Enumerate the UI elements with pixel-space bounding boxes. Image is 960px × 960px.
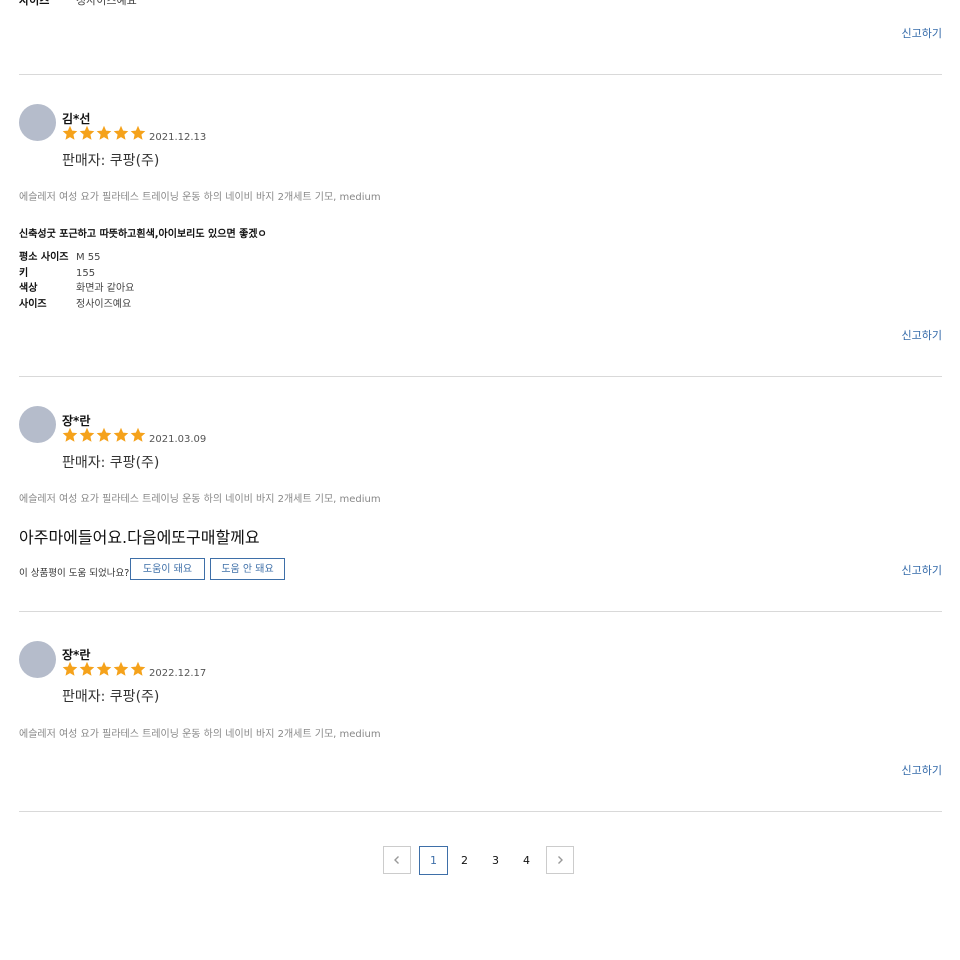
next-page-button[interactable] [546,846,574,874]
star-icon [79,125,95,140]
product-option: 에슬레저 여성 요가 필라테스 트레이닝 운동 하의 네이비 바지 2개세트 기… [19,192,381,203]
chevron-right-icon [558,856,563,864]
seller-name: 판매자: 쿠팡(주) [62,455,160,471]
survey-row: 키 155 [19,266,134,282]
star-icon [130,125,146,140]
page-4-button[interactable]: 4 [512,846,541,875]
survey-value: 정사이즈예요 [76,298,132,310]
pagination: 1 2 3 4 [383,845,574,875]
review-divider [19,376,942,377]
seller-name: 판매자: 쿠팡(주) [62,689,160,705]
report-link[interactable]: 신고하기 [902,762,942,778]
star-rating [62,427,146,443]
avatar [19,104,56,141]
survey-row: 평소 사이즈 M 55 [19,250,134,266]
star-icon [130,427,146,442]
star-rating [62,125,146,141]
star-icon [96,661,112,676]
review-survey: 평소 사이즈 M 55 키 155 색상 화면과 같아요 사이즈 정사이즈예요 [19,250,134,312]
star-icon [96,125,112,140]
report-link[interactable]: 신고하기 [902,327,942,343]
avatar [19,406,56,443]
review-divider [19,611,942,612]
chevron-left-icon [394,856,399,864]
star-icon [130,661,146,676]
page-1-button[interactable]: 1 [419,845,448,875]
survey-value: M 55 [76,252,101,263]
prev-page-button[interactable] [383,846,411,874]
star-icon [96,427,112,442]
product-option: 에슬레저 여성 요가 필라테스 트레이닝 운동 하의 네이비 바지 2개세트 기… [19,729,381,740]
star-icon [113,661,129,676]
survey-value-size: 정사이즈예요 [76,0,137,7]
star-icon [79,661,95,676]
review-body: 아주마에들어요.다음에또구매할께요 [19,528,260,547]
avatar [19,641,56,678]
survey-key: 사이즈 [19,298,47,310]
seller-name: 판매자: 쿠팡(주) [62,153,160,169]
review-divider [19,74,942,75]
star-icon [79,427,95,442]
star-icon [62,125,78,140]
star-icon [62,661,78,676]
helpful-no-button[interactable]: 도움 안 돼요 [210,558,285,580]
helpful-question: 이 상품평이 도움 되었나요? [19,568,130,579]
survey-key-size: 사이즈 [19,0,50,7]
helpful-yes-button[interactable]: 도움이 돼요 [130,558,205,580]
star-icon [113,125,129,140]
survey-value: 155 [76,267,96,279]
review-date: 2021.12.13 [149,132,207,143]
product-option: 에슬레저 여성 요가 필라테스 트레이닝 운동 하의 네이비 바지 2개세트 기… [19,494,381,505]
star-icon [113,427,129,442]
page-3-button[interactable]: 3 [481,846,510,875]
survey-key: 키 [19,267,29,279]
survey-value: 화면과 같아요 [76,283,135,294]
review-headline: 신축성굿 포근하고 따뜻하고흰색,아이보리도 있으면 좋겠ㅇ [19,229,267,240]
review-divider [19,811,942,812]
survey-key: 평소 사이즈 [19,252,69,263]
report-link[interactable]: 신고하기 [902,25,942,41]
page-2-button[interactable]: 2 [450,846,479,875]
survey-key: 색상 [19,283,38,294]
review-date: 2022.12.17 [149,668,207,679]
star-rating [62,661,146,677]
report-link[interactable]: 신고하기 [902,562,942,578]
survey-row: 사이즈 정사이즈예요 [19,297,134,313]
star-icon [62,427,78,442]
review-date: 2021.03.09 [149,434,207,445]
survey-row: 색상 화면과 같아요 [19,281,134,297]
